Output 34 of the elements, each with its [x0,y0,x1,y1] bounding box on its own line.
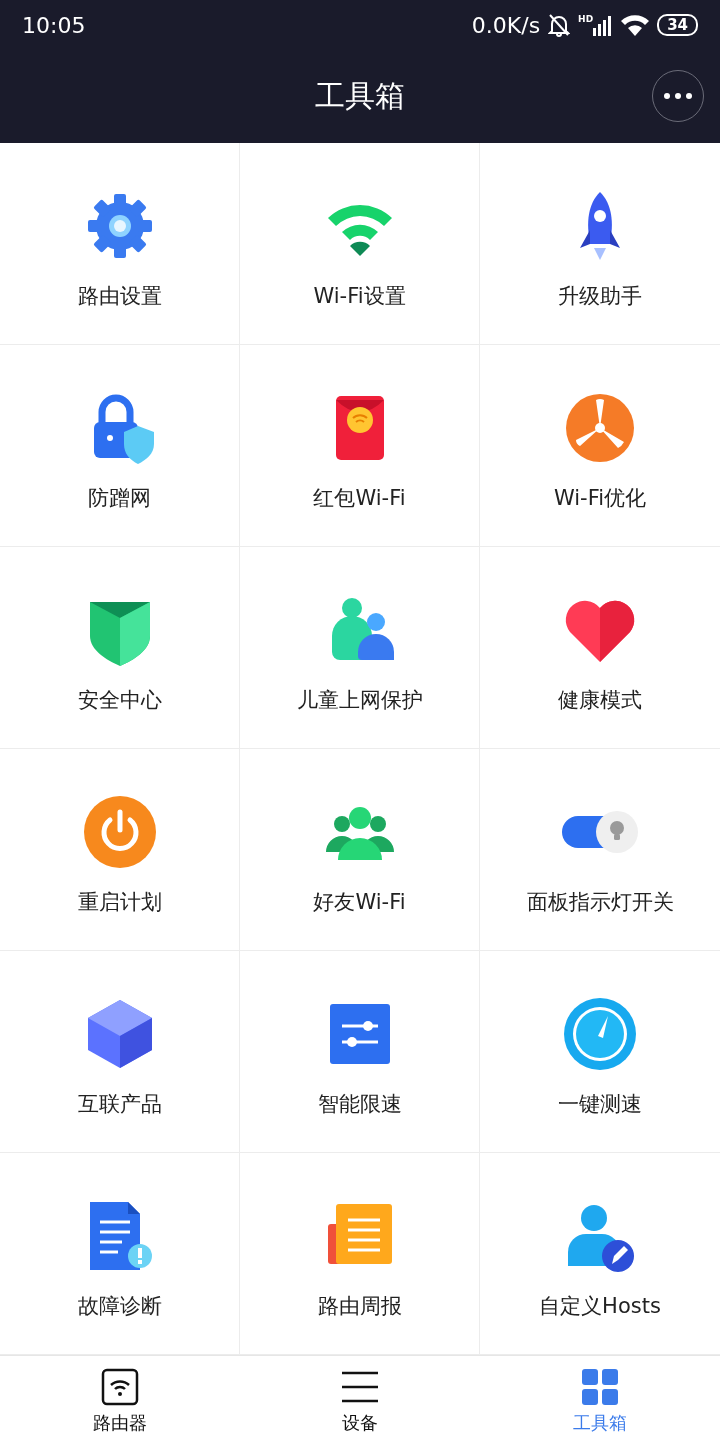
tool-label[interactable]: 自定义Hosts [539,1291,661,1320]
tool-label[interactable]: 安全中心 [77,685,162,714]
nav-tab[interactable]: 工具箱 [480,1356,720,1440]
tool-label[interactable]: 重启计划 [77,887,162,916]
tool-label[interactable]: 防蹭网 [88,483,151,512]
nav-tab[interactable]: 路由器 [0,1356,240,1440]
gauge-icon[interactable] [562,995,638,1072]
wifi-icon [621,14,650,36]
tool-label[interactable]: 智能限速 [317,1089,402,1118]
battery-level: 34 [657,14,698,36]
network-speed: 0.0K/s [471,12,541,38]
clock: 10:05 [22,12,87,38]
tool-label[interactable]: 好友Wi-Fi [313,887,406,916]
page-title: 工具箱 [315,77,405,115]
signal-icon [593,14,614,36]
tool-label[interactable]: 面板指示灯开关 [526,887,674,916]
bell-off-icon [548,13,571,37]
power-icon[interactable] [81,793,158,870]
more-icon [664,93,692,99]
tool-label[interactable]: 健康模式 [558,685,642,714]
nav-tab[interactable]: 设备 [240,1356,480,1440]
tool-label[interactable]: 儿童上网保护 [296,685,423,714]
tool-label[interactable]: 路由设置 [77,281,162,310]
tool-label[interactable]: Wi-Fi优化 [553,483,647,512]
tool-label[interactable]: 一键测速 [558,1089,642,1118]
grid-icon [580,1367,620,1407]
tool-label[interactable]: 路由周报 [317,1291,402,1320]
tool-label[interactable]: 故障诊断 [77,1291,162,1320]
router-icon [100,1367,140,1407]
hd-label: HD [578,14,594,24]
tool-label[interactable]: 互联产品 [77,1089,162,1118]
tool-label[interactable]: 红包Wi-Fi [313,483,406,512]
tool-label[interactable]: Wi-Fi设置 [313,281,406,310]
tool-label[interactable]: 升级助手 [558,281,642,310]
